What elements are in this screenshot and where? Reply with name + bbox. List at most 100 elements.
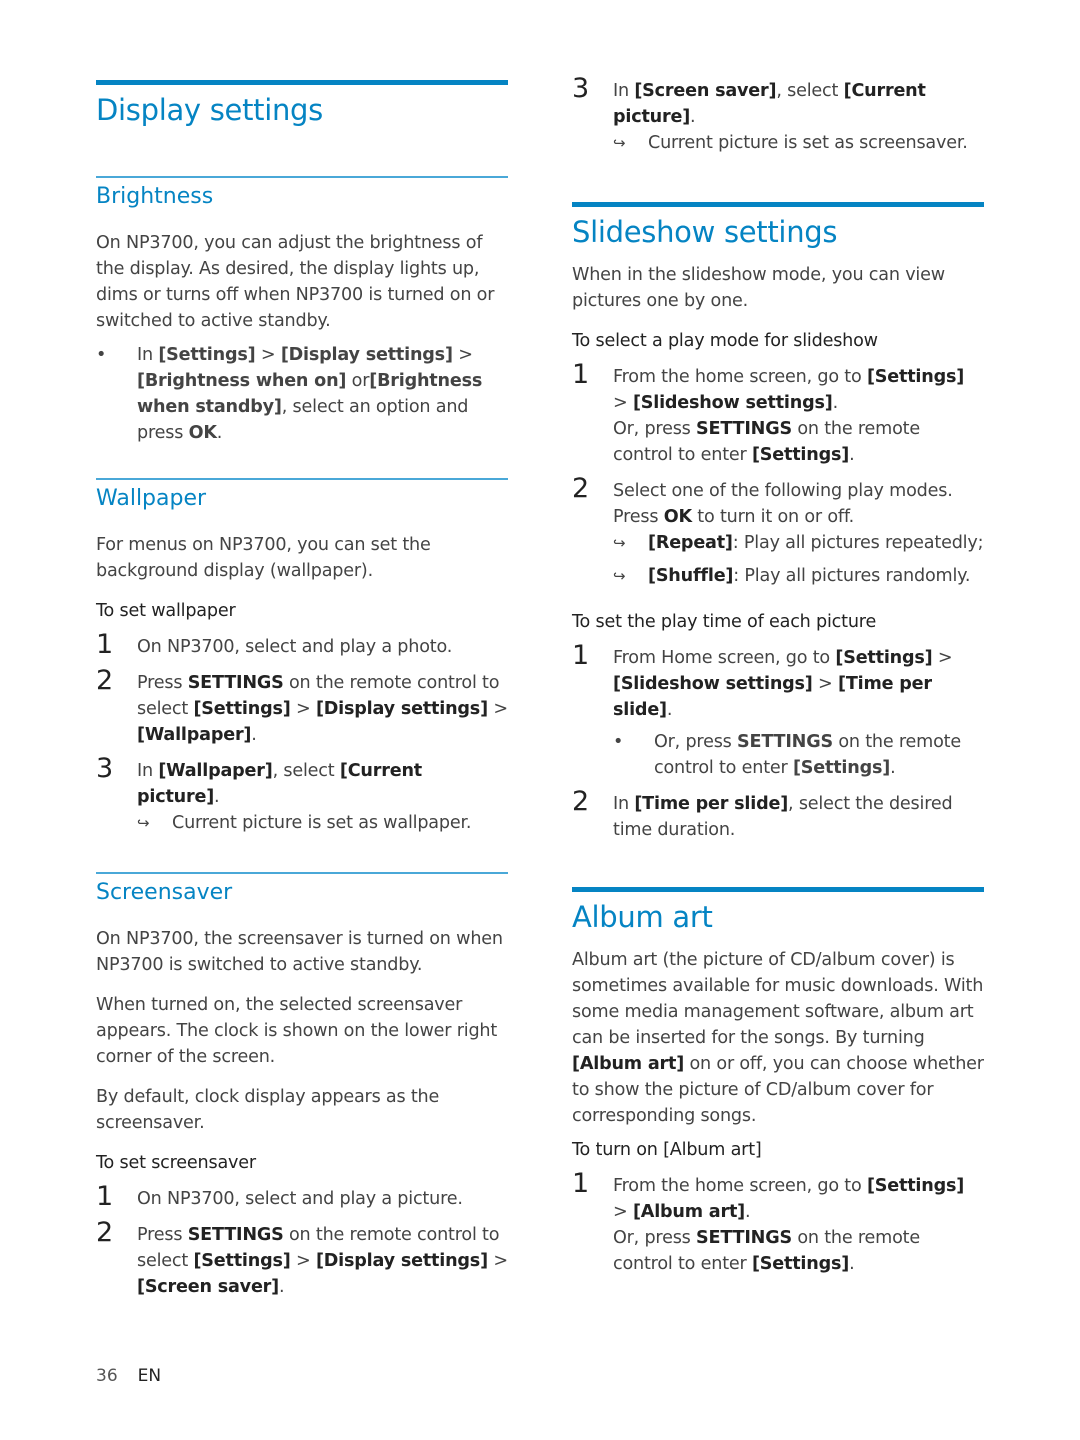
- numbered-step: 3 In [Screen saver], select [Current pict…: [572, 74, 984, 156]
- album-art-intro: Album art (the picture of CD/album cover…: [572, 947, 984, 1129]
- text-run: Press: [137, 673, 188, 693]
- step-text: Select one of the following play modes. …: [613, 478, 984, 530]
- emphasized-text: [Settings]: [792, 758, 891, 778]
- step-text: In [Screen saver], select [Current pictu…: [613, 78, 984, 130]
- emphasized-text: [Slideshow settings]: [613, 674, 813, 694]
- text-run: or: [346, 371, 370, 391]
- step-text: Press SETTINGS on the remote control to …: [137, 1222, 508, 1300]
- text-run: to turn it on or off.: [691, 507, 855, 527]
- wallpaper-steps: 1 On NP3700, select and play a photo. 2 Pre…: [96, 630, 508, 836]
- text-run: >: [613, 1202, 633, 1222]
- emphasized-text: [Display settings]: [315, 699, 488, 719]
- step-bullet: • Or, press SETTINGS on the remote contro…: [613, 729, 984, 781]
- text-run: On NP3700, select and play a photo.: [137, 637, 453, 657]
- emphasized-text: [Display settings]: [315, 1251, 488, 1271]
- slideshow-intro: When in the slideshow mode, you can view…: [572, 265, 945, 311]
- emphasized-text: [Album art]: [632, 1202, 746, 1222]
- text-run: .: [279, 1277, 285, 1297]
- step-text: From Home screen, go to [Settings] > [Sl…: [613, 645, 984, 723]
- step-text: Press SETTINGS on the remote control to …: [137, 670, 508, 748]
- emphasized-text: OK: [663, 507, 692, 527]
- text-run: >: [487, 699, 508, 719]
- text-run: Current picture is set as wallpaper.: [172, 813, 472, 833]
- emphasized-text: SETTINGS: [187, 673, 284, 693]
- result-arrow-icon: ↪: [613, 534, 626, 552]
- emphasized-text: OK: [188, 423, 217, 443]
- text-run: .: [214, 787, 220, 807]
- text-run: >: [487, 1251, 508, 1271]
- text-run: >: [812, 674, 838, 694]
- step-number: 1: [96, 629, 114, 660]
- emphasized-text: [Settings]: [751, 1254, 850, 1274]
- text-run: On NP3700, select and play a picture.: [137, 1189, 463, 1209]
- numbered-step: 1 On NP3700, select and play a picture.: [96, 1182, 508, 1212]
- text-run: From Home screen, go to: [613, 648, 836, 668]
- text-run: In: [613, 794, 635, 814]
- play-time-subheading: To set the play time of each picture: [572, 612, 877, 632]
- bullet-icon: •: [613, 732, 624, 752]
- step-result: ↪ [Repeat]: Play all pictures repeatedly;: [613, 530, 984, 556]
- brightness-intro: On NP3700, you can adjust the brightness…: [96, 233, 495, 331]
- step-note: Or, press SETTINGS on the remote control…: [613, 1225, 984, 1277]
- emphasized-text: [Settings]: [835, 648, 933, 668]
- result-arrow-icon: ↪: [137, 814, 150, 832]
- emphasized-text: SETTINGS: [737, 732, 833, 752]
- step-text: In [Time per slide], select the desired …: [613, 791, 984, 843]
- text-run: .: [690, 107, 696, 127]
- album-art-steps: 1 From the home screen, go to [Settings] …: [572, 1169, 984, 1277]
- emphasized-text: SETTINGS: [696, 419, 792, 439]
- emphasized-text: [Wallpaper]: [137, 725, 252, 745]
- wallpaper-subheading: To set wallpaper: [96, 601, 236, 621]
- text-run: .: [216, 423, 223, 443]
- numbered-step: 2 Select one of the following play modes.…: [572, 474, 984, 589]
- numbered-step: 3 In [Wallpaper], select [Current picture…: [96, 754, 508, 836]
- brightness-instruction: In [Settings] > [Display settings] > [Br…: [137, 345, 482, 443]
- page-footer: 36 EN: [96, 1366, 161, 1386]
- subsection-rule: [96, 176, 508, 178]
- emphasized-text: SETTINGS: [696, 1228, 792, 1248]
- text-run: In: [137, 761, 159, 781]
- text-run: Current picture is set as screensaver.: [648, 133, 968, 153]
- bullet-icon: •: [96, 345, 107, 365]
- numbered-step: 1 From the home screen, go to [Settings] …: [572, 360, 984, 468]
- emphasized-text: [Album art]: [572, 1054, 685, 1074]
- step-text: In [Wallpaper], select [Current picture]…: [137, 758, 508, 810]
- text-run: In: [137, 345, 159, 365]
- text-run: Or, press: [654, 732, 738, 752]
- emphasized-text: [Display settings]: [280, 345, 453, 365]
- text-run: .: [745, 1202, 751, 1222]
- numbered-step: 2 Press SETTINGS on the remote control to…: [96, 1218, 508, 1300]
- step-text: On NP3700, select and play a picture.: [137, 1186, 508, 1212]
- step-result: ↪ [Shuffle]: Play all pictures randomly.: [613, 563, 984, 589]
- album-art-title: Album art: [572, 900, 713, 934]
- text-run: : Play all pictures repeatedly;: [732, 533, 984, 553]
- text-run: .: [849, 1254, 855, 1274]
- screensaver-steps-continued: 3 In [Screen saver], select [Current pict…: [572, 74, 984, 156]
- subsection-rule: [96, 872, 508, 874]
- numbered-step: 2 Press SETTINGS on the remote control to…: [96, 666, 508, 748]
- numbered-step: 2 In [Time per slide], select the desired…: [572, 787, 984, 843]
- step-number: 2: [572, 786, 590, 817]
- section-rule: [572, 202, 984, 207]
- emphasized-text: [Settings]: [866, 367, 965, 387]
- numbered-step: 1 From Home screen, go to [Settings] > [S…: [572, 641, 984, 781]
- emphasized-text: [Screen saver]: [137, 1277, 279, 1297]
- right-column: 3 In [Screen saver], select [Current pict…: [572, 0, 984, 1277]
- screensaver-paragraph: On NP3700, the screensaver is turned on …: [96, 929, 503, 975]
- text-run: >: [255, 345, 281, 365]
- emphasized-text: [Settings]: [158, 345, 256, 365]
- display-settings-title: Display settings: [96, 93, 323, 127]
- step-number: 1: [572, 640, 590, 671]
- screensaver-title: Screensaver: [96, 880, 233, 905]
- text-run: >: [290, 1251, 316, 1271]
- step-result: ↪ Current picture is set as screensaver.: [613, 130, 984, 156]
- step-number: 1: [572, 359, 590, 390]
- text-run: From the home screen, go to: [613, 1176, 867, 1196]
- brightness-title: Brightness: [96, 184, 214, 209]
- emphasized-text: [Wallpaper]: [158, 761, 273, 781]
- screensaver-steps: 1 On NP3700, select and play a picture. 2 P…: [96, 1182, 508, 1300]
- step-number: 2: [96, 665, 114, 696]
- text-run: Press: [137, 1225, 188, 1245]
- page-number: 36: [96, 1366, 118, 1386]
- step-text: From the home screen, go to [Settings] >…: [613, 1173, 984, 1225]
